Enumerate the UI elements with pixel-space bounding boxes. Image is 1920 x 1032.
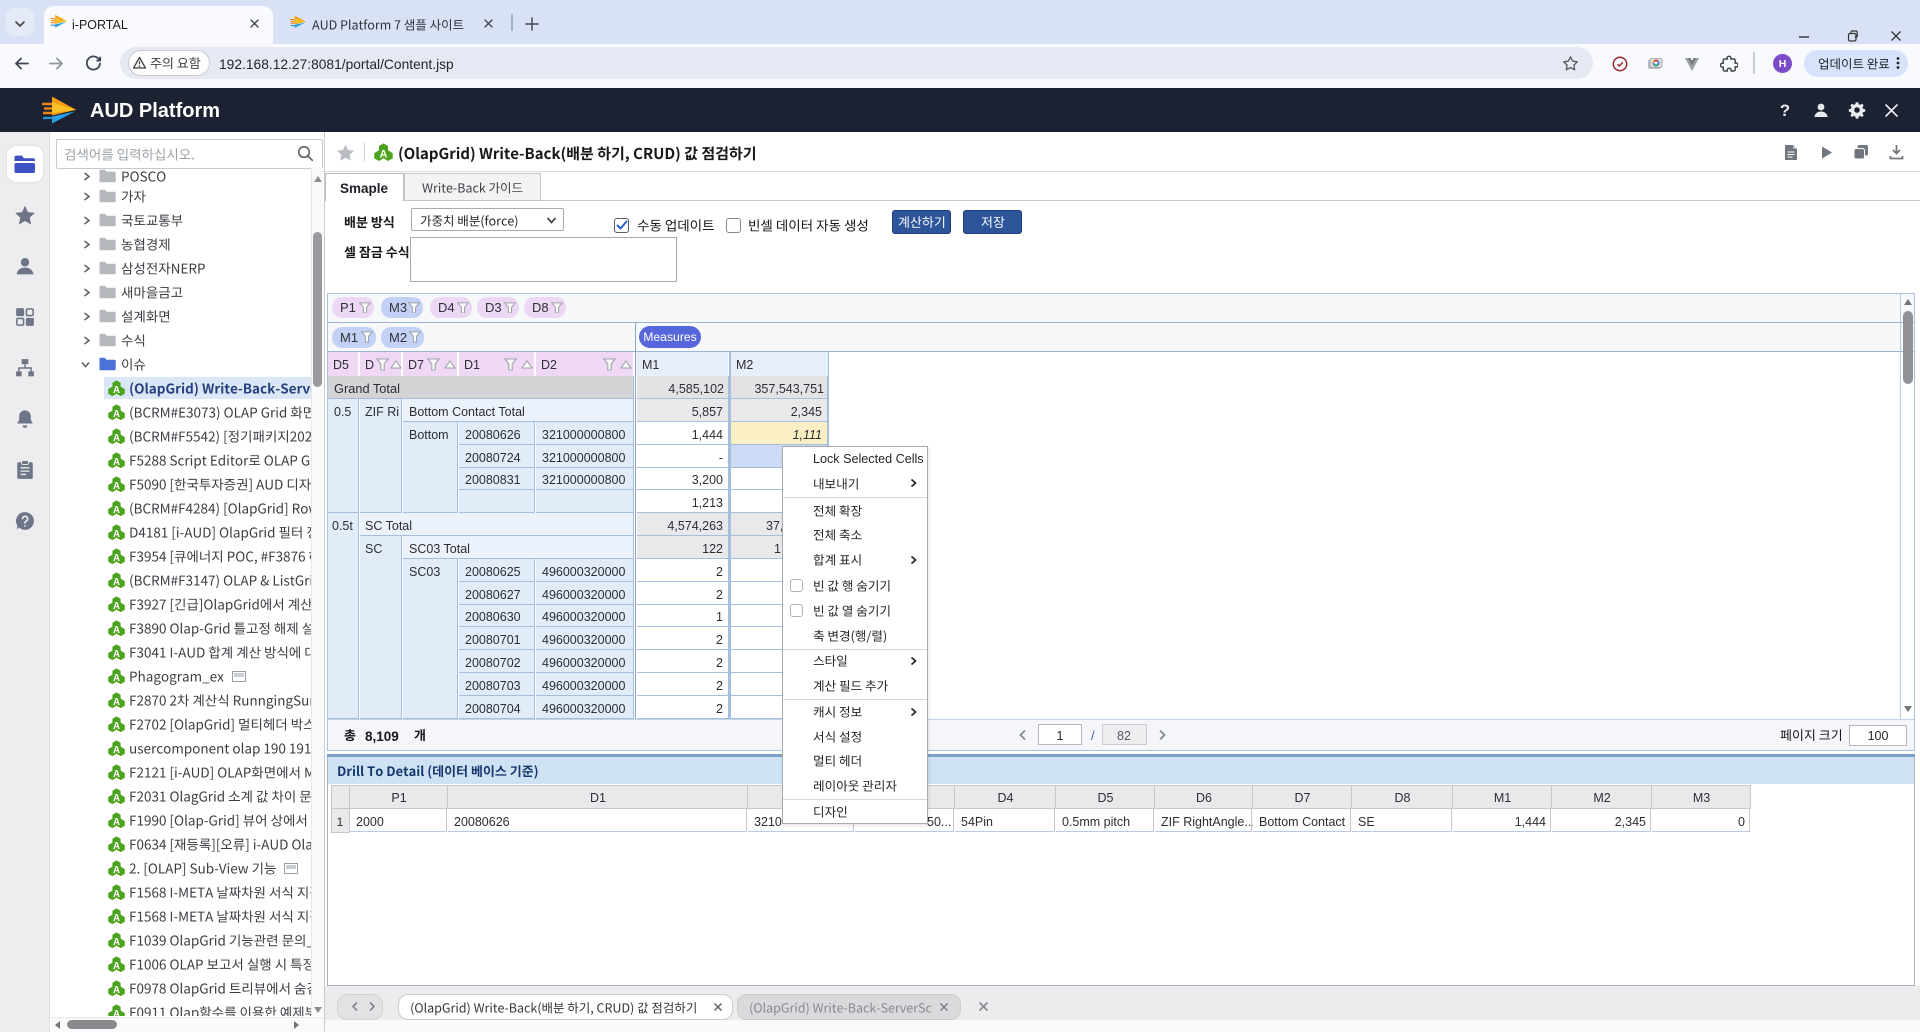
svg-text:A: A bbox=[113, 528, 120, 539]
svg-text:A: A bbox=[113, 984, 120, 995]
svg-text:A: A bbox=[113, 432, 120, 443]
svg-text:A: A bbox=[113, 504, 120, 515]
svg-text:A: A bbox=[113, 888, 120, 899]
svg-text:A: A bbox=[380, 148, 388, 160]
svg-text:A: A bbox=[113, 648, 120, 659]
svg-text:A: A bbox=[113, 768, 120, 779]
svg-text:A: A bbox=[113, 864, 120, 875]
svg-text:A: A bbox=[113, 816, 120, 827]
svg-text:A: A bbox=[113, 912, 120, 923]
svg-text:A: A bbox=[113, 408, 120, 419]
svg-text:A: A bbox=[113, 696, 120, 707]
svg-text:A: A bbox=[113, 456, 120, 467]
svg-text:A: A bbox=[113, 384, 120, 395]
svg-text:A: A bbox=[113, 600, 120, 611]
svg-text:A: A bbox=[113, 792, 120, 803]
svg-text:A: A bbox=[113, 576, 120, 587]
svg-text:A: A bbox=[113, 720, 120, 731]
svg-text:A: A bbox=[113, 960, 120, 971]
svg-text:A: A bbox=[113, 840, 120, 851]
svg-text:A: A bbox=[113, 552, 120, 563]
svg-text:A: A bbox=[113, 936, 120, 947]
svg-text:A: A bbox=[113, 672, 120, 683]
svg-text:A: A bbox=[113, 480, 120, 491]
svg-text:A: A bbox=[113, 744, 120, 755]
svg-text:A: A bbox=[113, 1008, 120, 1016]
svg-text:A: A bbox=[113, 624, 120, 635]
